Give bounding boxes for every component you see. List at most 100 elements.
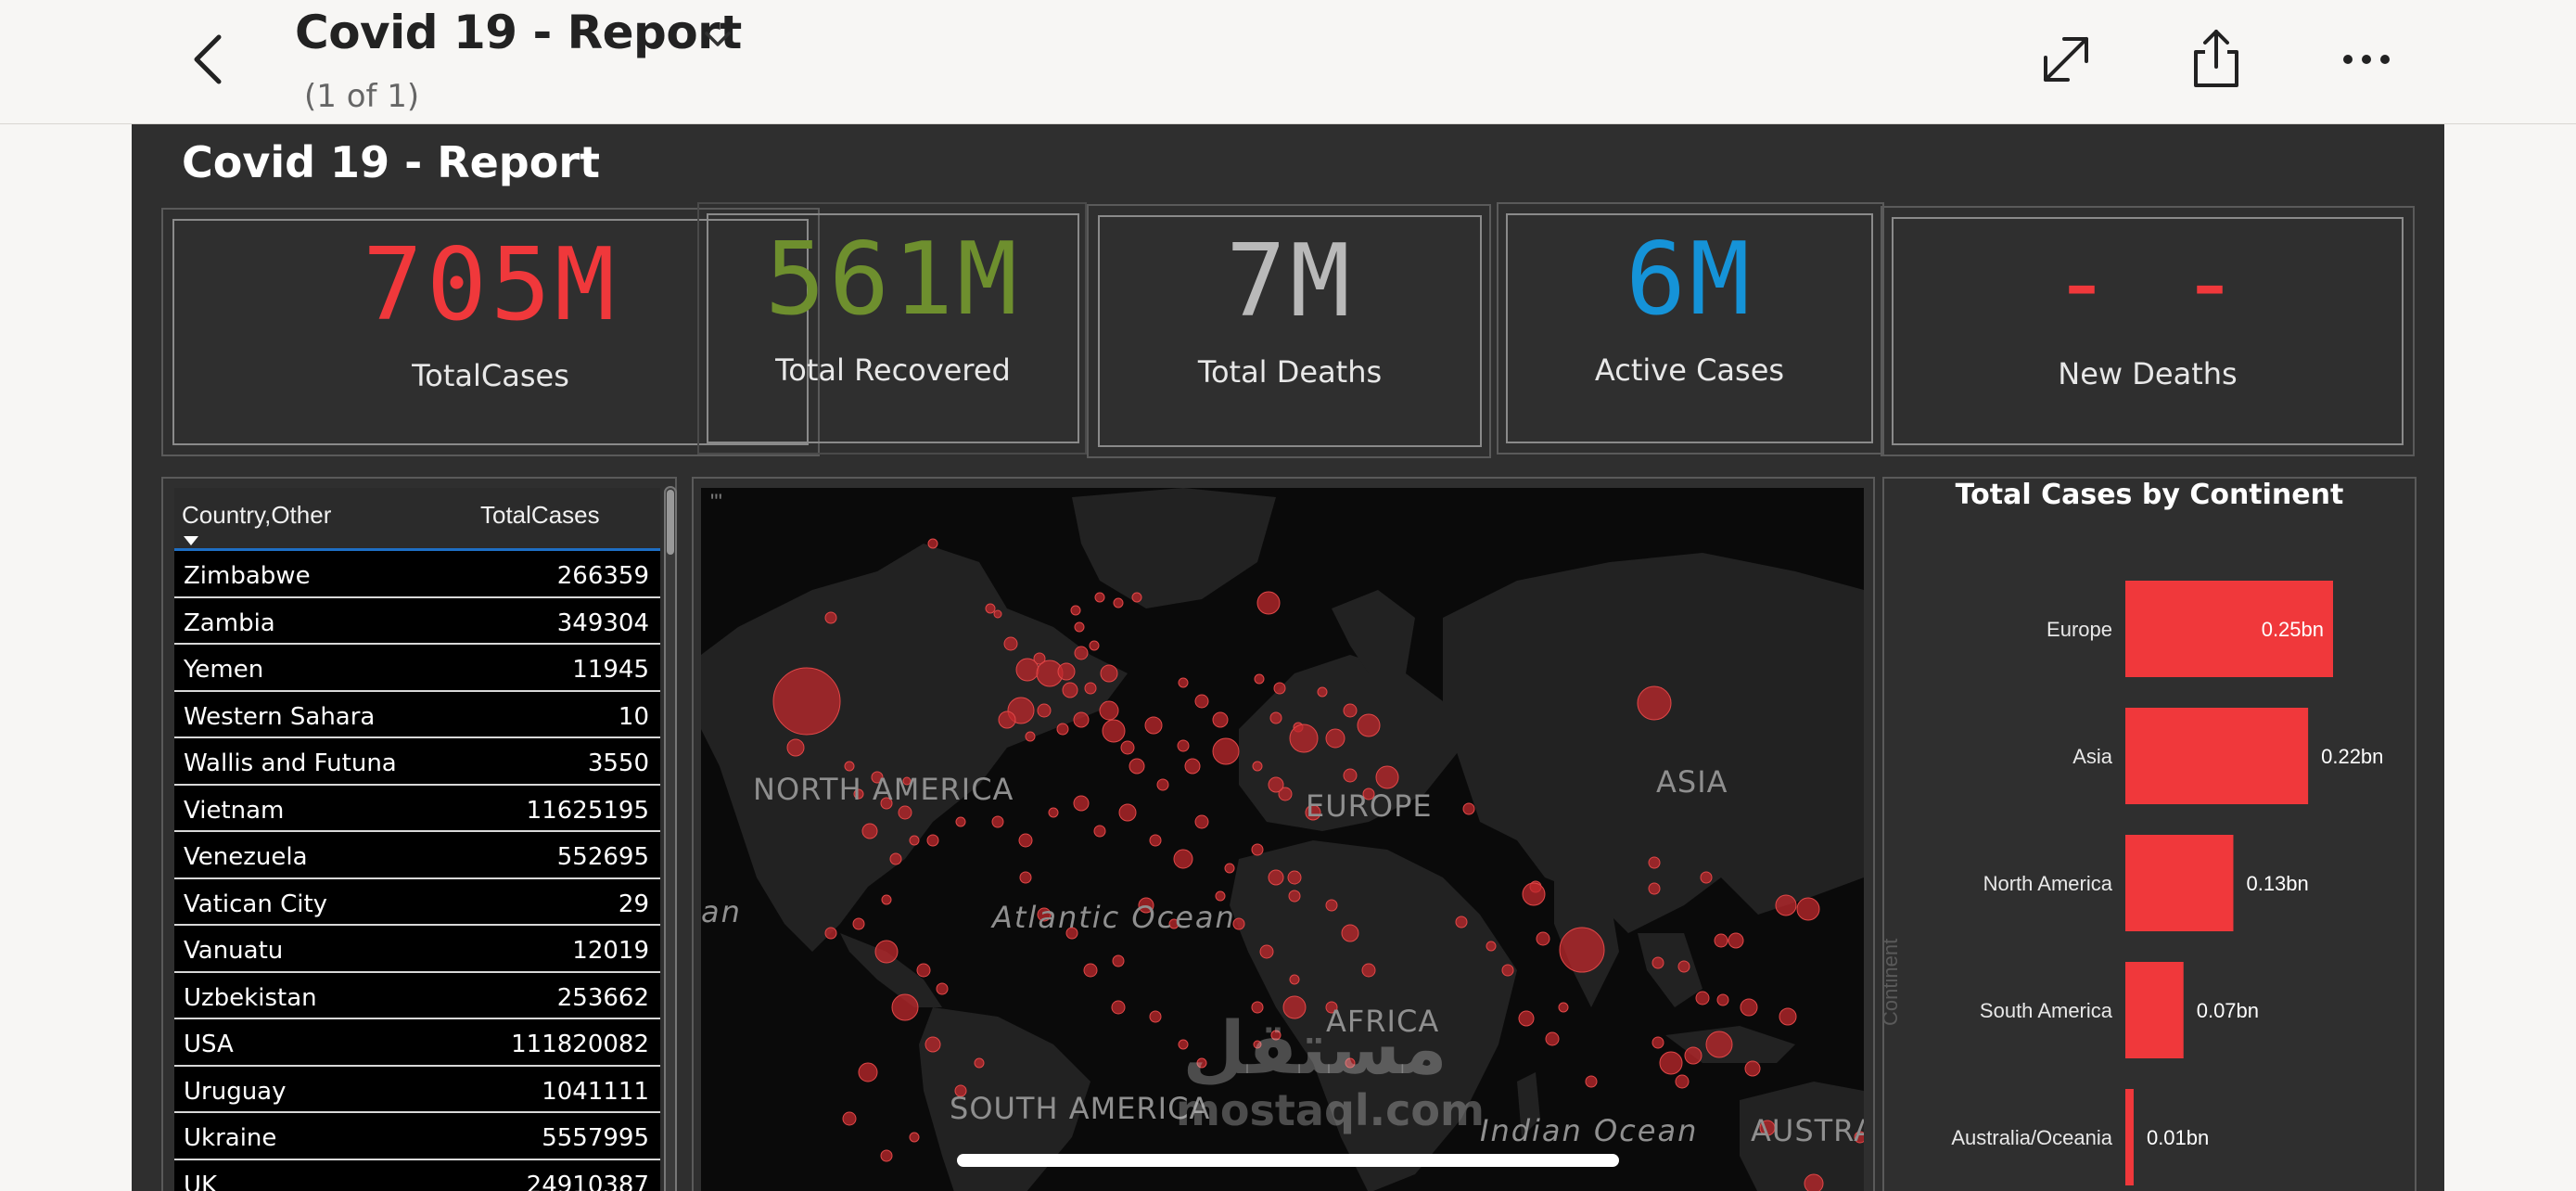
case-bubble[interactable] (1194, 694, 1209, 709)
case-bubble[interactable] (1149, 834, 1162, 847)
case-bubble[interactable] (1256, 591, 1281, 615)
case-bubble[interactable] (1357, 713, 1381, 737)
case-bubble[interactable] (1074, 621, 1085, 633)
case-bubble[interactable] (889, 852, 902, 865)
case-bubble[interactable] (1659, 1051, 1683, 1075)
more-options-button[interactable] (2333, 26, 2400, 93)
case-bubble[interactable] (891, 993, 919, 1021)
case-bubble[interactable] (1585, 1075, 1598, 1088)
case-bubble[interactable] (926, 834, 939, 847)
case-bubble[interactable] (861, 823, 878, 839)
case-bubble[interactable] (1083, 963, 1098, 978)
case-bubble[interactable] (880, 1149, 893, 1162)
kpi-card-total-deaths[interactable]: 7M Total Deaths (1087, 204, 1491, 458)
case-bubble[interactable] (925, 1036, 941, 1053)
case-bubble[interactable] (1558, 1002, 1569, 1013)
case-bubble[interactable] (955, 816, 966, 827)
case-bubble[interactable] (1345, 1057, 1356, 1069)
case-bubble[interactable] (1343, 703, 1358, 718)
case-bubble[interactable] (1100, 664, 1118, 683)
case-bubble[interactable] (1015, 658, 1039, 682)
case-bubble[interactable] (1289, 974, 1300, 985)
case-bubble[interactable] (1648, 882, 1661, 895)
case-bubble[interactable] (1131, 592, 1142, 603)
case-bubble[interactable] (1113, 597, 1124, 608)
back-button[interactable] (182, 26, 234, 93)
case-bubble[interactable] (1177, 739, 1190, 752)
case-bubble[interactable] (1118, 803, 1137, 822)
table-row[interactable]: Western Sahara 10 (174, 691, 660, 738)
case-bubble[interactable] (1144, 716, 1163, 735)
case-bubble[interactable] (1289, 724, 1319, 753)
case-bubble[interactable] (1486, 941, 1497, 952)
kpi-card-active-cases[interactable]: 6M Active Cases (1497, 202, 1884, 455)
report-title-heading[interactable]: Covid 19 - Report (295, 6, 742, 59)
case-bubble[interactable] (1455, 916, 1468, 928)
case-bubble[interactable] (1705, 1031, 1733, 1058)
case-bubble[interactable] (1684, 1046, 1702, 1065)
table-row[interactable]: UK 24910387 (174, 1159, 660, 1191)
column-header-total-cases[interactable]: TotalCases (480, 501, 600, 530)
case-bubble[interactable] (1149, 1010, 1162, 1023)
table-row[interactable]: Vanuatu 12019 (174, 926, 660, 973)
case-bubble[interactable] (1212, 737, 1240, 765)
case-bubble[interactable] (1073, 795, 1090, 812)
table-row[interactable]: Uzbekistan 253662 (174, 972, 660, 1019)
case-bubble[interactable] (1744, 1060, 1761, 1077)
case-bubble[interactable] (1559, 927, 1605, 973)
sort-descending-icon[interactable] (184, 536, 198, 545)
case-bubble[interactable] (1779, 1007, 1797, 1026)
home-indicator[interactable] (957, 1154, 1619, 1167)
bar-chart[interactable]: Europe 0.25bn Asia 0.22bn North America 0.13b… (1884, 479, 2418, 1191)
case-bubble[interactable] (1270, 1030, 1282, 1041)
case-bubble[interactable] (1224, 863, 1235, 874)
case-bubble[interactable] (1073, 711, 1090, 728)
case-bubble[interactable] (1048, 807, 1059, 818)
case-bubble[interactable] (1637, 685, 1672, 721)
case-bubble[interactable] (1019, 871, 1032, 884)
case-bubble[interactable] (1018, 833, 1033, 848)
case-bubble[interactable] (1501, 964, 1514, 977)
chart-bar[interactable] (2125, 708, 2309, 804)
table-row[interactable]: Venezuela 552695 (174, 832, 660, 879)
kpi-card-total-recovered[interactable]: 561M Total Recovered (697, 202, 1087, 455)
case-bubble[interactable] (1099, 700, 1119, 721)
kpi-card-new-deaths[interactable]: - - New Deaths (1881, 206, 2415, 456)
share-button[interactable] (2183, 26, 2250, 93)
case-bubble[interactable] (1361, 963, 1376, 978)
table-row[interactable]: Zambia 349304 (174, 597, 660, 645)
table-row[interactable]: Zimbabwe 266359 (174, 551, 660, 598)
case-bubble[interactable] (1268, 869, 1284, 886)
case-bubble[interactable] (1178, 677, 1189, 688)
case-bubble[interactable] (1269, 711, 1282, 724)
case-bubble[interactable] (881, 894, 892, 905)
case-bubble[interactable] (874, 940, 899, 964)
scrollbar-thumb[interactable] (667, 490, 674, 555)
case-bubble[interactable] (1173, 849, 1193, 869)
case-bubble[interactable] (1714, 933, 1728, 948)
case-bubble[interactable] (1102, 719, 1126, 743)
world-bubble-map[interactable]: "' NORTH AMERICA EUROPE ASIA AFRICA SOUT… (701, 488, 1864, 1191)
expand-button[interactable] (2033, 26, 2099, 93)
case-bubble[interactable] (1178, 1039, 1189, 1050)
column-header-country[interactable]: Country,Other (182, 501, 331, 530)
case-bubble[interactable] (1253, 1040, 1262, 1049)
case-bubble[interactable] (1184, 758, 1201, 775)
case-bubble[interactable] (1796, 897, 1820, 921)
case-bubble[interactable] (1325, 728, 1345, 749)
case-bubble[interactable] (772, 667, 841, 736)
case-bubble[interactable] (1057, 662, 1076, 681)
case-bubble[interactable] (1037, 703, 1052, 718)
case-bubble[interactable] (1325, 899, 1338, 912)
case-bubble[interactable] (1651, 956, 1664, 969)
case-bubble[interactable] (1282, 995, 1307, 1019)
case-bubble[interactable] (1700, 871, 1713, 884)
table-row[interactable]: USA 111820082 (174, 1019, 660, 1067)
case-bubble[interactable] (1545, 1031, 1560, 1046)
case-bubble[interactable] (1522, 882, 1546, 906)
case-bubble[interactable] (1062, 682, 1078, 698)
case-bubble[interactable] (1089, 640, 1100, 651)
table-row[interactable]: Yemen 11945 (174, 645, 660, 692)
case-bubble[interactable] (1462, 802, 1475, 815)
case-bubble[interactable] (974, 1057, 985, 1069)
